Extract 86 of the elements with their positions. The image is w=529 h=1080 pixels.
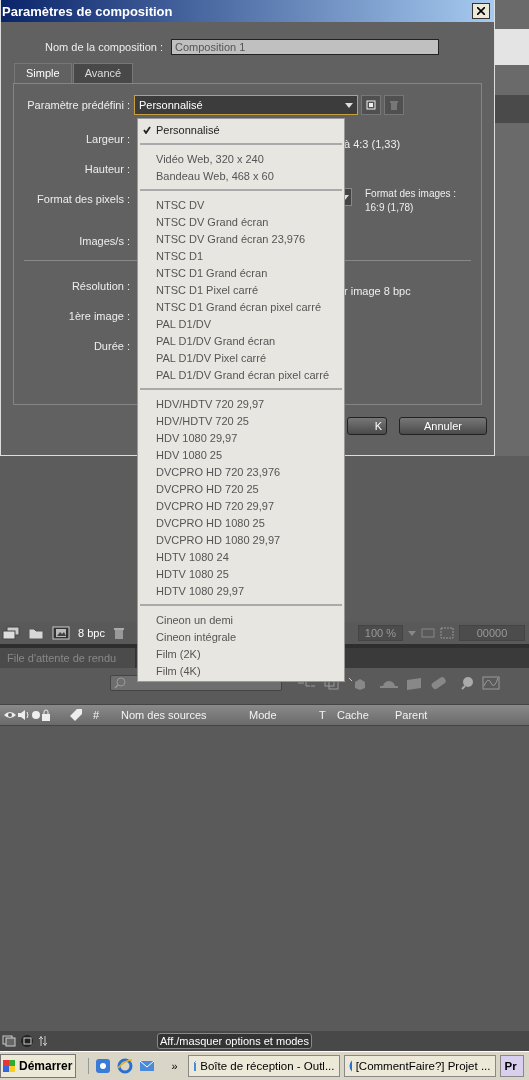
field-label: Largeur : [84, 133, 131, 145]
menu-item[interactable]: PAL D1/DV Grand écran [138, 332, 344, 349]
menu-item[interactable]: HDV 1080 25 [138, 446, 344, 463]
ok-button[interactable]: K [347, 417, 387, 435]
composition-icon[interactable] [2, 626, 20, 640]
menu-item[interactable]: HDV/HDTV 720 25 [138, 412, 344, 429]
aside-text: 16:9 (1,78) [365, 202, 415, 213]
app-icon[interactable] [95, 1058, 112, 1074]
taskbar-button[interactable]: [CommentFaire?] Projet ... [343, 1055, 496, 1077]
taskbar-button[interactable]: Boîte de réception - Outl... [187, 1055, 340, 1077]
aside-text: Format des images : [365, 188, 457, 199]
column-header[interactable]: Mode [249, 709, 277, 721]
menu-item[interactable]: HDV 1080 29,97 [138, 429, 344, 446]
brackets-icon[interactable] [38, 1035, 48, 1047]
menu-item[interactable]: HDV/HDTV 720 29,97 [138, 395, 344, 412]
window-title: Paramètres de composition [2, 3, 173, 19]
speaker-icon[interactable] [17, 709, 31, 721]
field-label: Résolution : [70, 280, 131, 292]
menu-item[interactable]: NTSC D1 Grand écran pixel carré [138, 298, 344, 315]
menu-item[interactable]: NTSC D1 [138, 247, 344, 264]
menu-item[interactable]: Film (2K) [138, 645, 344, 662]
trash-icon[interactable] [112, 626, 125, 640]
menu-item[interactable]: PAL D1/DV [138, 315, 344, 332]
menu-item[interactable]: DVCPRO HD 1080 29,97 [138, 531, 344, 548]
close-icon [477, 7, 485, 15]
menu-item[interactable]: HDTV 1080 25 [138, 565, 344, 582]
menu-item[interactable]: Personnalisé [138, 121, 344, 138]
search-icon [114, 677, 126, 689]
field-label: Durée : [92, 340, 131, 352]
menu-item[interactable]: PAL D1/DV Grand écran pixel carré [138, 366, 344, 383]
field-label: Format des pixels : [36, 192, 131, 205]
tag-icon[interactable] [69, 708, 83, 722]
taskbar-button[interactable]: Pr [499, 1055, 524, 1077]
start-button[interactable]: Démarrer [0, 1054, 77, 1078]
aside-text: r image 8 bpc [344, 285, 411, 297]
menu-item[interactable]: NTSC D1 Grand écran [138, 264, 344, 281]
menu-item[interactable]: NTSC DV Grand écran 23,976 [138, 230, 344, 247]
square-icon [366, 100, 376, 110]
column-header[interactable]: # [93, 709, 100, 721]
save-preset-button[interactable] [361, 95, 381, 115]
column-header[interactable]: Parent [395, 709, 428, 721]
menu-item[interactable]: PAL D1/DV Pixel carré [138, 349, 344, 366]
lock-icon[interactable] [41, 709, 51, 721]
menu-item[interactable]: NTSC D1 Pixel carré [138, 281, 344, 298]
caret-icon [345, 102, 353, 108]
lightbulb-icon[interactable] [459, 676, 475, 690]
layers-icon[interactable] [20, 1034, 34, 1048]
column-header[interactable]: Nom des sources [121, 709, 207, 721]
film-icon[interactable] [52, 626, 70, 640]
aside-text: à 4:3 (1,33) [344, 138, 401, 150]
menu-item[interactable]: Cineon un demi [138, 611, 344, 628]
field-label: Hauteur : [83, 163, 131, 175]
input-field[interactable]: Composition 1 [171, 39, 439, 55]
menu-item[interactable]: DVCPRO HD 720 29,97 [138, 497, 344, 514]
menu-item[interactable]: Vidéo Web, 320 x 240 [138, 150, 344, 167]
cancel-button[interactable]: Annuler [399, 417, 487, 435]
windows-logo-icon [2, 1059, 16, 1073]
folder-icon[interactable] [28, 626, 44, 640]
trash-icon [390, 100, 398, 110]
column-header[interactable]: Cache [337, 709, 369, 721]
checkmark-icon [143, 125, 151, 134]
bit-depth-label[interactable]: 8 bpc [78, 627, 105, 639]
tab[interactable]: Avancé [72, 63, 134, 83]
graph-icon[interactable] [482, 676, 500, 690]
layers-icon[interactable] [2, 1035, 16, 1047]
menu-item[interactable]: HDTV 1080 24 [138, 548, 344, 565]
close-button[interactable] [472, 3, 490, 19]
menu-item[interactable]: DVCPRO HD 720 25 [138, 480, 344, 497]
field-label: Nom de la composition : [44, 41, 164, 53]
menu-item[interactable]: Bandeau Web, 468 x 60 [138, 167, 344, 184]
menu-item[interactable]: HDTV 1080 29,97 [138, 582, 344, 599]
more-button[interactable]: » [171, 1060, 178, 1072]
menu-item[interactable]: DVCPRO HD 1080 25 [138, 514, 344, 531]
menu-item[interactable]: NTSC DV Grand écran [138, 213, 344, 230]
column-header[interactable]: T [319, 709, 326, 721]
field-label: Images/s : [78, 235, 131, 247]
menu-item[interactable]: NTSC DV [138, 196, 344, 213]
menu-item[interactable]: DVCPRO HD 720 23,976 [138, 463, 344, 480]
menu-item[interactable]: Cineon intégrale [138, 628, 344, 645]
field-label: 1ère image : [67, 310, 131, 322]
dot-icon[interactable] [31, 710, 41, 720]
tab[interactable]: Simple [14, 63, 72, 83]
preset-dropdown[interactable]: Personnalisé [134, 95, 358, 115]
field-label: Paramètre prédéfini : [26, 99, 131, 111]
tooltip: Aff./masquer options et modes [157, 1033, 312, 1049]
menu-item[interactable]: Film (4K) [138, 662, 344, 679]
